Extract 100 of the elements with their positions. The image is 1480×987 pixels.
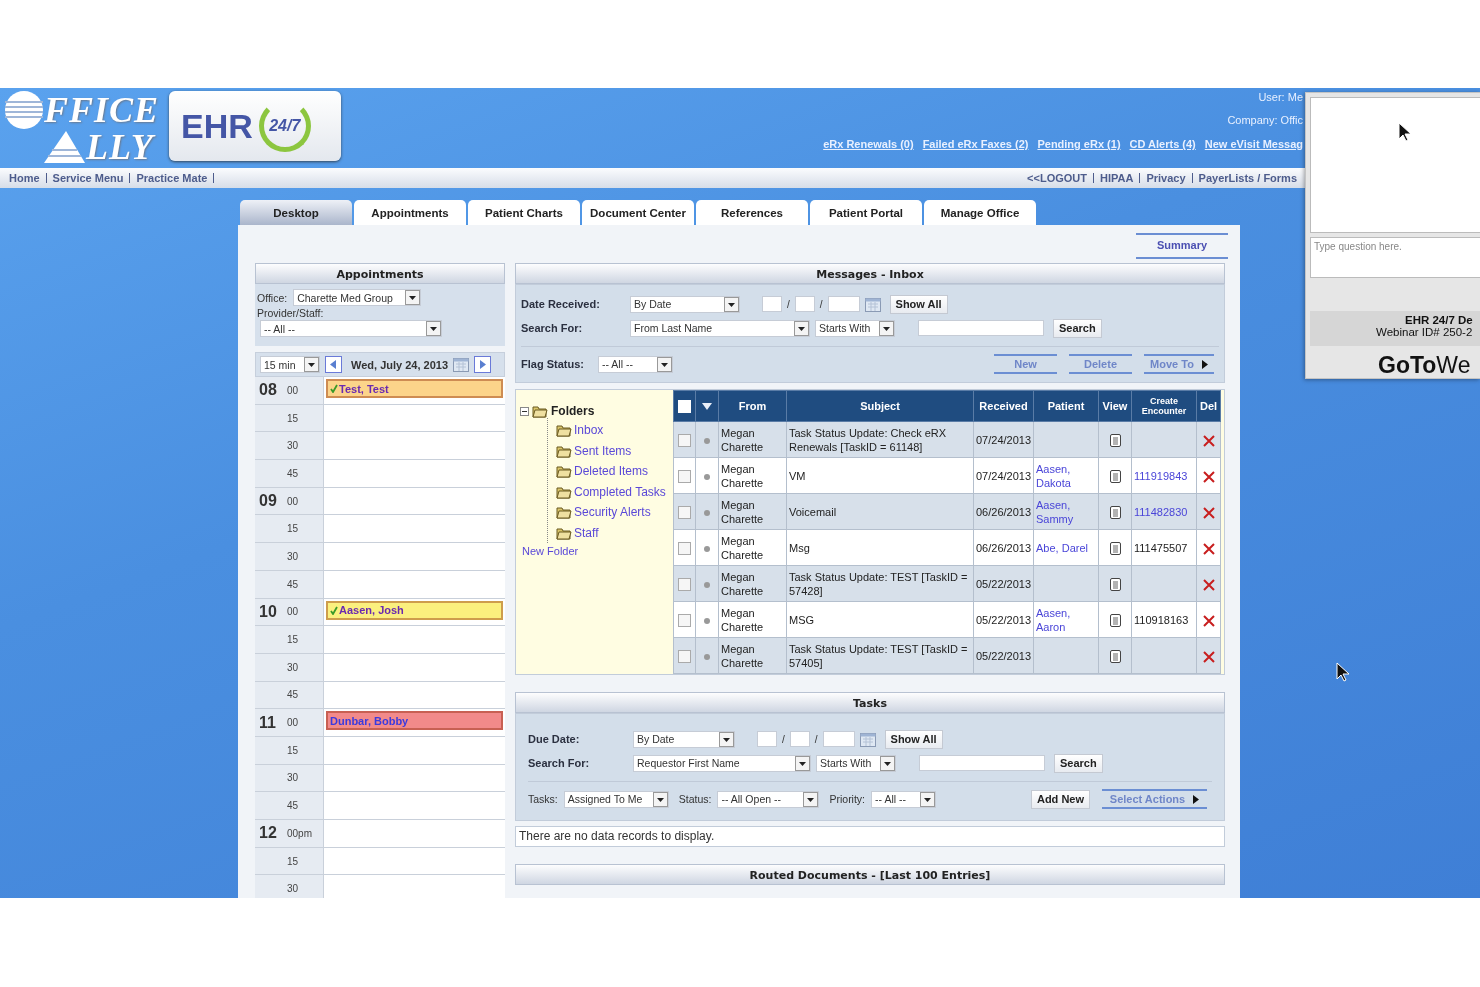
date-field[interactable] xyxy=(762,296,782,312)
date-field[interactable] xyxy=(827,296,860,312)
tasks-dropdown[interactable]: Assigned To Me xyxy=(563,790,669,808)
appointment-block[interactable]: Test, Test xyxy=(326,379,503,398)
date-separator: / xyxy=(787,298,790,310)
nav-link[interactable]: <<LOGOUT xyxy=(1021,173,1094,183)
table-cell: 111475507 xyxy=(1131,529,1197,566)
delete-icon[interactable] xyxy=(1202,470,1215,483)
search-field-dropdown[interactable]: From Last Name xyxy=(630,319,810,337)
document-icon[interactable] xyxy=(1109,649,1121,663)
folder-link[interactable]: Security Alerts xyxy=(574,505,651,520)
checkbox[interactable] xyxy=(678,613,691,627)
date-field[interactable] xyxy=(757,731,777,747)
webinar-id: Webinar ID# 250-2 xyxy=(1375,326,1474,338)
tab[interactable]: References xyxy=(696,200,808,225)
tab[interactable]: Desktop xyxy=(240,200,352,225)
table-cell: Task Status Update: TEST [TaskID = 57428] xyxy=(786,565,974,602)
checkbox[interactable] xyxy=(678,433,691,447)
folder-link[interactable]: Completed Tasks xyxy=(574,484,666,499)
date-mode-dropdown[interactable]: By Date xyxy=(633,730,735,748)
document-icon[interactable] xyxy=(1109,541,1121,555)
delete-icon[interactable] xyxy=(1202,506,1215,519)
document-icon[interactable] xyxy=(1109,469,1121,483)
document-icon[interactable] xyxy=(1109,505,1121,519)
checkbox[interactable] xyxy=(678,577,691,591)
minute-label: 30 xyxy=(287,772,299,784)
status-dropdown[interactable]: -- All Open -- xyxy=(717,790,820,808)
document-icon[interactable] xyxy=(1109,577,1121,591)
column-header[interactable]: Patient xyxy=(1033,390,1099,422)
column-header[interactable]: Received xyxy=(973,390,1034,422)
collapse-icon[interactable] xyxy=(520,406,529,416)
show-all-button[interactable]: Show All xyxy=(884,729,943,749)
hour-label: 11 xyxy=(258,713,277,732)
search-field[interactable] xyxy=(919,755,1045,771)
provider-dropdown[interactable]: -- All -- xyxy=(260,320,442,337)
column-header[interactable]: Subject xyxy=(786,390,974,422)
add-new-button[interactable]: Add New xyxy=(1030,789,1090,809)
office-dropdown[interactable]: Charette Med Group xyxy=(293,289,422,306)
search-field[interactable] xyxy=(918,320,1044,336)
next-day-button[interactable] xyxy=(474,356,492,373)
column-header[interactable]: View xyxy=(1098,390,1132,422)
document-icon[interactable] xyxy=(1109,613,1121,627)
question-field[interactable]: Type question here. xyxy=(1310,237,1480,278)
previous-day-button[interactable] xyxy=(325,356,342,373)
folder-link[interactable]: Inbox xyxy=(574,423,604,438)
table-cell: 07/24/2013 xyxy=(973,421,1034,458)
checkbox[interactable] xyxy=(678,469,691,483)
nav-link[interactable]: Privacy xyxy=(1140,173,1193,183)
date-field[interactable] xyxy=(789,731,810,747)
tab[interactable]: Appointments xyxy=(354,200,466,225)
priority-dropdown[interactable]: -- All -- xyxy=(871,790,937,808)
logo-text: FFICE xyxy=(44,91,160,129)
date-field[interactable] xyxy=(822,731,855,747)
checkbox[interactable] xyxy=(678,505,691,519)
match-dropdown[interactable]: Starts With xyxy=(815,319,895,337)
document-icon[interactable] xyxy=(1109,433,1121,447)
panel-header: Messages - Inbox xyxy=(515,263,1225,284)
appointment-block[interactable]: Aasen, Josh xyxy=(326,600,503,620)
delete-icon[interactable] xyxy=(1202,542,1215,555)
field-label: Due Date: xyxy=(528,733,581,745)
tab[interactable]: Patient Portal xyxy=(810,200,922,225)
column-header[interactable]: Del xyxy=(1196,390,1221,422)
tab[interactable]: Patient Charts xyxy=(468,200,580,225)
dot-icon xyxy=(704,509,710,516)
nav-link[interactable]: Practice Mate xyxy=(130,173,215,183)
checkbox[interactable] xyxy=(678,541,691,555)
nav-link[interactable]: Home xyxy=(3,173,47,183)
date-mode-dropdown[interactable]: By Date xyxy=(630,295,740,313)
tab[interactable]: Document Center xyxy=(582,200,694,225)
caret-icon xyxy=(1193,794,1200,804)
field-label: Search For: xyxy=(521,322,584,334)
match-dropdown[interactable]: Starts With xyxy=(816,754,896,772)
date-field[interactable] xyxy=(794,296,815,312)
column-header[interactable]: Create Encounter xyxy=(1131,390,1197,422)
new-folder-link[interactable]: New Folder xyxy=(520,545,673,557)
hour-label: 10 xyxy=(258,602,278,621)
nav-link[interactable]: HIPAA xyxy=(1094,173,1141,183)
tab[interactable]: Manage Office xyxy=(924,200,1036,225)
interval-dropdown[interactable]: 15 min xyxy=(260,356,320,373)
search-button[interactable]: Search xyxy=(1053,318,1102,338)
nav-link[interactable]: PayerLists / Forms xyxy=(1192,173,1303,183)
folder-link[interactable]: Sent Items xyxy=(574,443,632,458)
column-header[interactable]: From xyxy=(718,390,787,422)
nav-link[interactable]: Service Menu xyxy=(46,173,131,183)
caret-icon xyxy=(794,320,809,336)
delete-icon[interactable] xyxy=(1202,578,1215,591)
show-all-button[interactable]: Show All xyxy=(889,294,948,314)
delete-icon[interactable] xyxy=(1202,614,1215,627)
folder-link[interactable]: Deleted Items xyxy=(574,464,649,479)
summary-link[interactable]: Summary xyxy=(1136,233,1228,259)
flag-dropdown[interactable]: -- All -- xyxy=(598,355,673,373)
delete-icon[interactable] xyxy=(1202,434,1215,447)
caret-icon xyxy=(719,731,734,747)
checkbox[interactable] xyxy=(678,649,691,663)
search-button[interactable]: Search xyxy=(1054,753,1103,773)
folder-link[interactable]: Staff xyxy=(574,525,599,540)
caret-icon xyxy=(304,357,319,372)
delete-icon[interactable] xyxy=(1202,650,1215,663)
search-field-dropdown[interactable]: Requestor First Name xyxy=(633,754,811,772)
minute-label: 00 xyxy=(287,495,299,507)
